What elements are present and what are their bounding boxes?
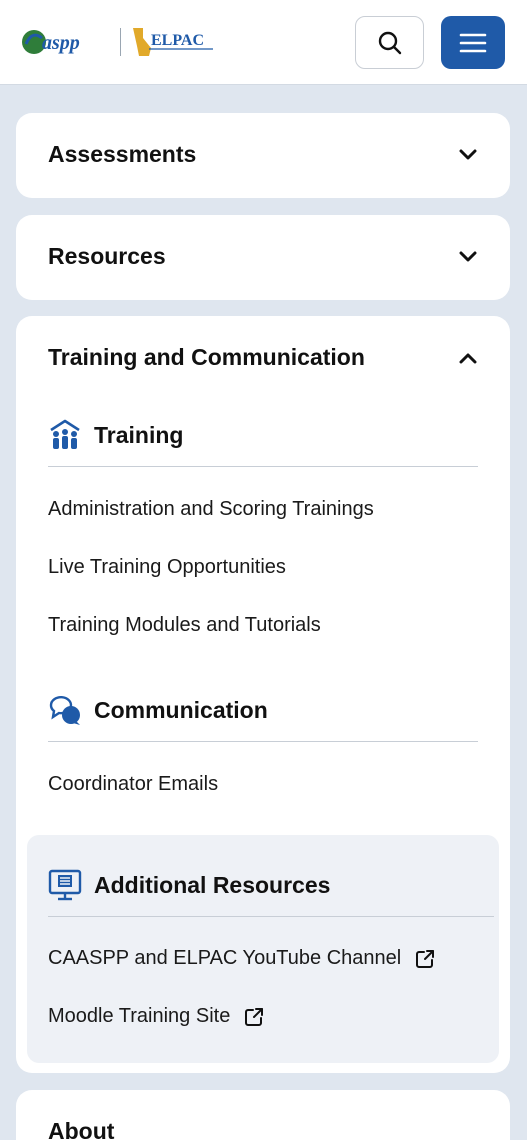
accordion-about-label: About — [48, 1118, 115, 1140]
top-bar: aspp ELPAC — [0, 0, 527, 85]
nav-card-resources: Resources — [16, 215, 510, 300]
accordion-training-communication[interactable]: Training and Communication — [48, 344, 478, 371]
additional-resources-panel: Additional Resources CAASPP and ELPAC Yo… — [27, 835, 499, 1063]
search-button[interactable] — [355, 16, 424, 69]
accordion-about[interactable]: About — [48, 1118, 478, 1140]
link-administration-scoring-trainings[interactable]: Administration and Scoring Trainings — [48, 498, 374, 521]
nav-card-training-communication: Training and Communication Training Admi… — [16, 316, 510, 1073]
link-training-modules-tutorials[interactable]: Training Modules and Tutorials — [48, 614, 321, 637]
accordion-training-communication-label: Training and Communication — [48, 344, 365, 370]
chevron-down-icon — [458, 247, 478, 267]
nav-card-about: About — [16, 1090, 510, 1140]
logo-divider — [120, 28, 121, 56]
group-people-icon — [48, 418, 82, 452]
link-moodle-training-site[interactable]: Moodle Training Site — [48, 1005, 264, 1028]
external-link-icon — [244, 1007, 264, 1027]
svg-text:ELPAC: ELPAC — [151, 32, 204, 49]
site-logo[interactable]: aspp ELPAC — [20, 24, 215, 60]
accordion-resources-label: Resources — [48, 243, 166, 269]
link-live-training-opportunities[interactable]: Live Training Opportunities — [48, 556, 286, 579]
chevron-up-icon — [458, 348, 478, 368]
chat-bubbles-icon — [48, 693, 82, 727]
menu-button[interactable] — [441, 16, 505, 69]
svg-text:aspp: aspp — [42, 32, 80, 54]
caaspp-logo-icon: aspp — [22, 30, 80, 54]
link-coordinator-emails[interactable]: Coordinator Emails — [48, 773, 218, 796]
accordion-assessments-label: Assessments — [48, 141, 197, 167]
link-youtube-channel[interactable]: CAASPP and ELPAC YouTube Channel — [48, 947, 435, 970]
nav-card-assessments: Assessments — [16, 113, 510, 198]
section-communication-label: Communication — [94, 696, 268, 723]
accordion-assessments[interactable]: Assessments — [48, 141, 478, 168]
section-additional-resources-label: Additional Resources — [94, 871, 331, 898]
elpac-logo-icon: ELPAC — [133, 28, 213, 56]
link-moodle-training-site-label: Moodle Training Site — [48, 1005, 231, 1027]
section-communication-title: Communication — [48, 693, 478, 742]
section-training-label: Training — [94, 421, 184, 448]
presentation-board-icon — [48, 868, 82, 902]
external-link-icon — [415, 949, 435, 969]
search-icon — [378, 31, 401, 54]
section-training-title: Training — [48, 418, 478, 467]
hamburger-menu-icon — [459, 33, 487, 52]
accordion-resources[interactable]: Resources — [48, 243, 478, 270]
link-youtube-channel-label: CAASPP and ELPAC YouTube Channel — [48, 947, 402, 969]
chevron-down-icon — [458, 145, 478, 165]
section-additional-resources-title: Additional Resources — [48, 868, 494, 917]
